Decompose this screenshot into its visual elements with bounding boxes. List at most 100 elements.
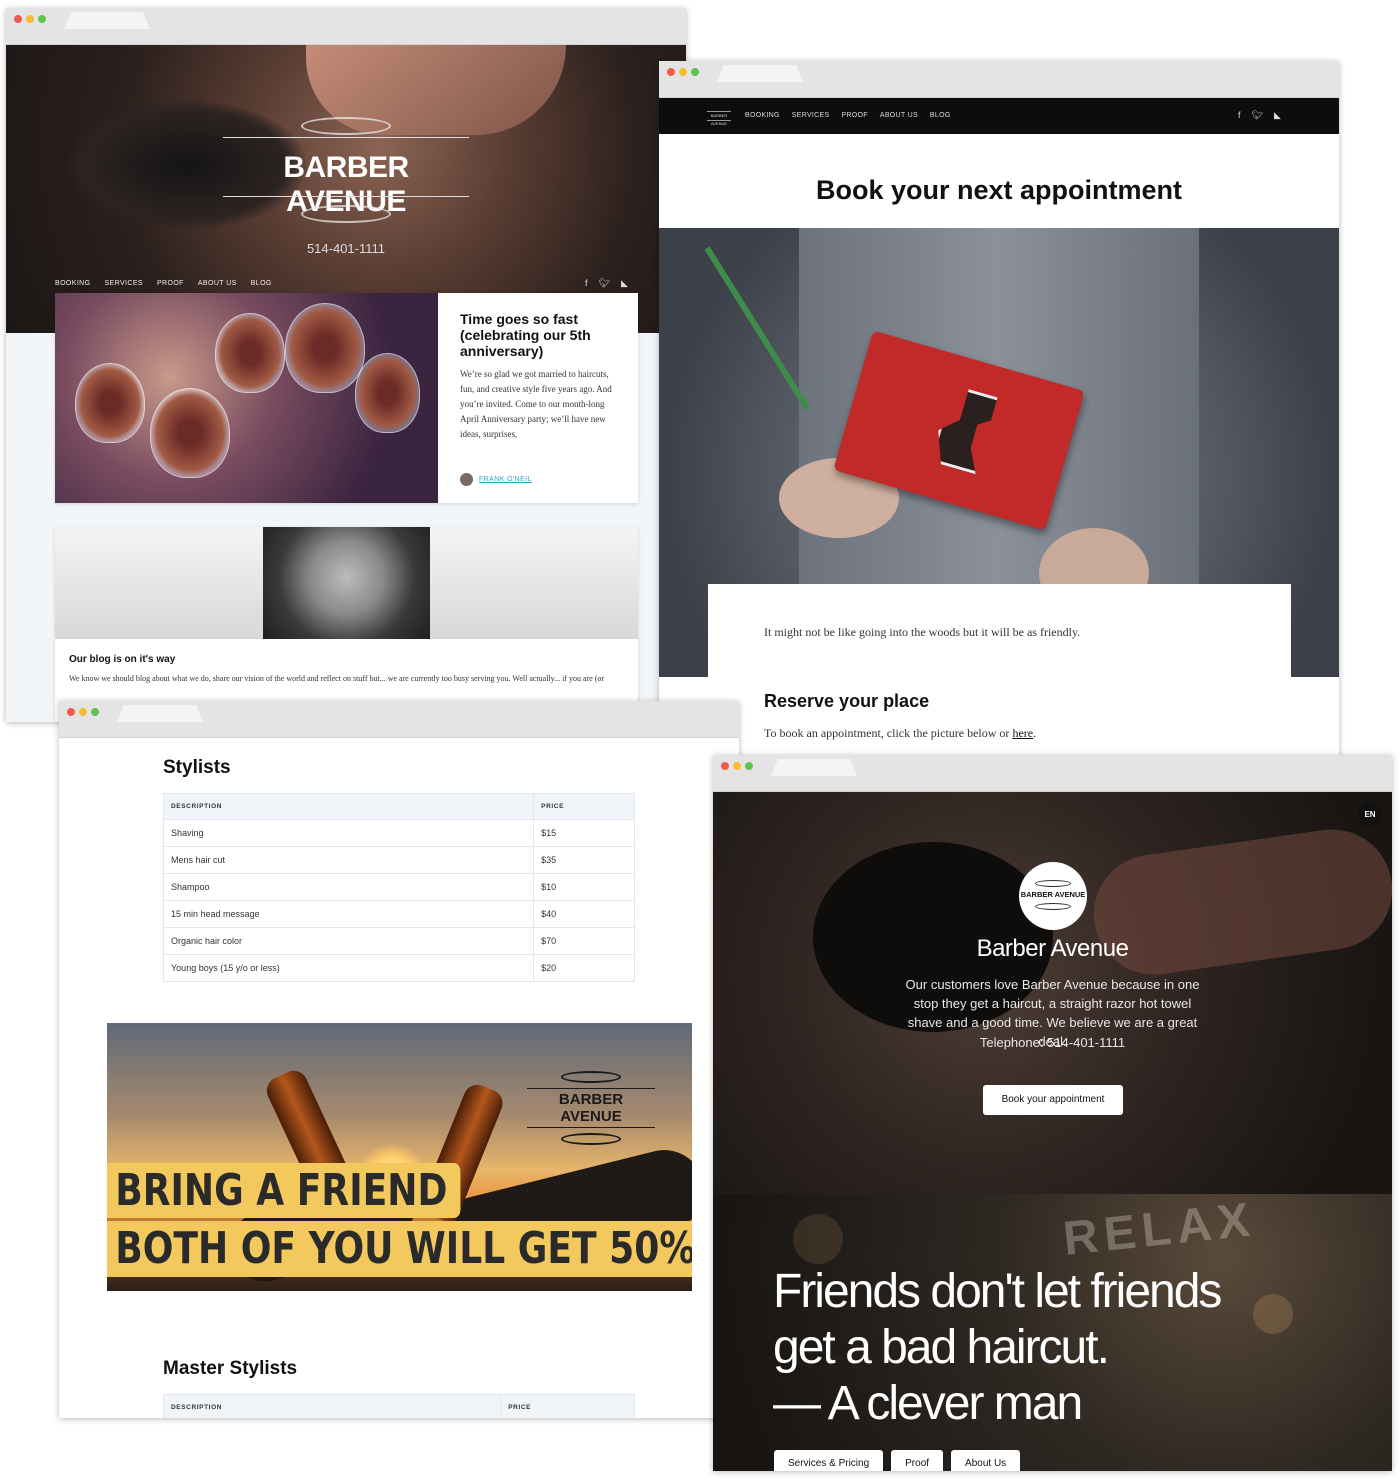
minimize-dot-icon[interactable] [26, 15, 34, 23]
close-dot-icon[interactable] [14, 15, 22, 23]
table-row: Shampoo $10 [162, 873, 635, 901]
blog-post-card[interactable]: Our blog is on it's way We know we shoul… [55, 527, 638, 722]
booking-instructions: To book an appointment, click the pictur… [764, 726, 1036, 741]
browser-tab[interactable] [771, 759, 857, 776]
service-name: Mens hair cut [162, 846, 535, 874]
nav-proof[interactable]: PROOF [841, 112, 867, 119]
minimize-dot-icon[interactable] [733, 762, 741, 770]
column-header: DESCRIPTION [162, 793, 535, 820]
column-header: DESCRIPTION [162, 1394, 502, 1418]
maximize-dot-icon[interactable] [745, 762, 753, 770]
booking-text: To book an appointment, click the pictur… [764, 726, 1013, 740]
author-link[interactable]: FRANK O'NEIL [479, 476, 532, 483]
post-excerpt: We’re so glad we got married to haircuts… [460, 369, 612, 439]
banner-logo-text: BARBER AVENUE [527, 1088, 655, 1128]
section-title-master-stylists: Master Stylists [163, 1358, 298, 1379]
relax-sign: RELAX [1060, 1193, 1258, 1266]
service-price: $70 [533, 927, 635, 955]
intro-text: It might not be like going into the wood… [764, 625, 1081, 639]
browser-window-landing: EN BARBER AVENUE Barber Avenue Our custo… [713, 755, 1392, 1471]
close-dot-icon[interactable] [667, 68, 675, 76]
close-dot-icon[interactable] [67, 708, 75, 716]
post-title[interactable]: Time goes so fast (celebrating our 5th a… [460, 311, 625, 359]
social-links: f 🐦︎ ◣ [585, 278, 628, 289]
post-image-cheers[interactable] [55, 293, 438, 503]
column-header: PRICE [500, 1394, 635, 1418]
close-dot-icon[interactable] [721, 762, 729, 770]
logo-text: BARBER AVENUE [1020, 890, 1086, 899]
promo-line-2: BOTH OF YOU WILL GET 50% OFF [107, 1221, 692, 1277]
nav-about-us[interactable]: ABOUT US [198, 280, 237, 287]
column-header: PRICE [533, 793, 635, 820]
nav-services[interactable]: SERVICES [104, 280, 142, 287]
main-nav: BOOKING SERVICES PROOF ABOUT US BLOG [55, 280, 272, 287]
ornament-icon [301, 205, 391, 223]
nav-about-us[interactable]: ABOUT US [880, 112, 918, 119]
maximize-dot-icon[interactable] [38, 15, 46, 23]
promo-banner[interactable]: BARBER AVENUE BRING A FRIEND BOTH OF YOU… [107, 1023, 692, 1291]
hero-section: EN BARBER AVENUE Barber Avenue Our custo… [713, 792, 1392, 1194]
browser-window-pricing: Stylists DESCRIPTION PRICE Shaving $15 Me… [59, 701, 739, 1418]
browser-tab[interactable] [64, 12, 150, 29]
stylists-price-table: DESCRIPTION PRICE Shaving $15 Mens hair c… [162, 793, 635, 982]
maximize-dot-icon[interactable] [691, 68, 699, 76]
service-price: $10 [533, 873, 635, 901]
twitter-icon[interactable]: 🐦︎ [599, 278, 610, 289]
minimize-dot-icon[interactable] [679, 68, 687, 76]
browser-tab[interactable] [117, 705, 203, 722]
nav-services[interactable]: SERVICES [792, 112, 830, 119]
nav-blog[interactable]: BLOG [930, 112, 951, 119]
master-stylists-price-table: DESCRIPTION PRICE [162, 1394, 635, 1418]
browser-chrome [59, 701, 739, 738]
booking-panel: It might not be like going into the wood… [708, 584, 1291, 761]
booking-here-link[interactable]: here [1012, 726, 1033, 740]
maximize-dot-icon[interactable] [91, 708, 99, 716]
service-price: $35 [533, 846, 635, 874]
table-row: Young boys (15 y/o or less) $20 [162, 954, 635, 982]
service-name: Organic hair color [162, 927, 535, 955]
minimize-dot-icon[interactable] [79, 708, 87, 716]
proof-button[interactable]: Proof [891, 1450, 944, 1471]
service-name: 15 min head message [162, 900, 535, 928]
rss-icon[interactable]: ◣ [621, 278, 628, 289]
section-title: Reserve your place [764, 691, 930, 711]
post-image-portrait[interactable] [55, 527, 638, 639]
browser-chrome [713, 755, 1392, 792]
table-row: Mens hair cut $35 [162, 846, 635, 874]
book-appointment-button[interactable]: Book your appointment [983, 1085, 1123, 1115]
post-title[interactable]: Our blog is on it's way [69, 654, 175, 665]
rss-icon[interactable]: ◣ [1274, 110, 1281, 121]
blog-post-card[interactable]: Time goes so fast (celebrating our 5th a… [55, 293, 638, 503]
service-name: Young boys (15 y/o or less) [162, 954, 535, 982]
twitter-icon[interactable]: 🐦︎ [1252, 110, 1263, 121]
facebook-icon[interactable]: f [585, 278, 588, 289]
quote-attribution: — A clever man [773, 1377, 1083, 1430]
about-us-button[interactable]: About Us [951, 1450, 1021, 1471]
nav-proof[interactable]: PROOF [157, 280, 184, 287]
page-title: Book your next appointment [815, 175, 1183, 205]
browser-chrome [6, 8, 686, 45]
nav-booking[interactable]: BOOKING [55, 280, 90, 287]
services-pricing-button[interactable]: Services & Pricing [774, 1450, 884, 1471]
service-name: Shampoo [162, 873, 535, 901]
quote-line: Friends don't let friends [773, 1265, 1222, 1318]
quote-text: Friends don't let friends get a bad hair… [773, 1264, 1333, 1432]
navbar-logo[interactable]: BARBER AVENUE [707, 111, 731, 126]
facebook-icon[interactable]: f [1238, 110, 1241, 121]
browser-window-blog: BARBER AVENUE 514-401-1111 BOOKING SERVI… [6, 8, 686, 722]
quote-section: RELAX Friends don't let friends get a ba… [713, 1193, 1392, 1471]
top-navbar: BARBER AVENUE BOOKING SERVICES PROOF ABO… [659, 98, 1339, 134]
banner-logo: BARBER AVENUE [527, 1071, 655, 1145]
section-title-stylists: Stylists [163, 757, 231, 778]
brand-logo-badge[interactable]: BARBER AVENUE [1019, 862, 1087, 930]
booking-text-end: . [1033, 726, 1037, 740]
browser-tab[interactable] [717, 65, 803, 82]
nav-blog[interactable]: BLOG [251, 280, 272, 287]
phone-number: 514-401-1111 [306, 241, 386, 256]
telephone: Telephone: 514-401-1111 [979, 1035, 1126, 1050]
service-price: $20 [533, 954, 635, 982]
language-switch[interactable]: EN [1358, 803, 1382, 827]
nav-booking[interactable]: BOOKING [745, 112, 780, 119]
post-excerpt: We know we should blog about what we do,… [69, 674, 605, 683]
browser-chrome [659, 61, 1339, 98]
